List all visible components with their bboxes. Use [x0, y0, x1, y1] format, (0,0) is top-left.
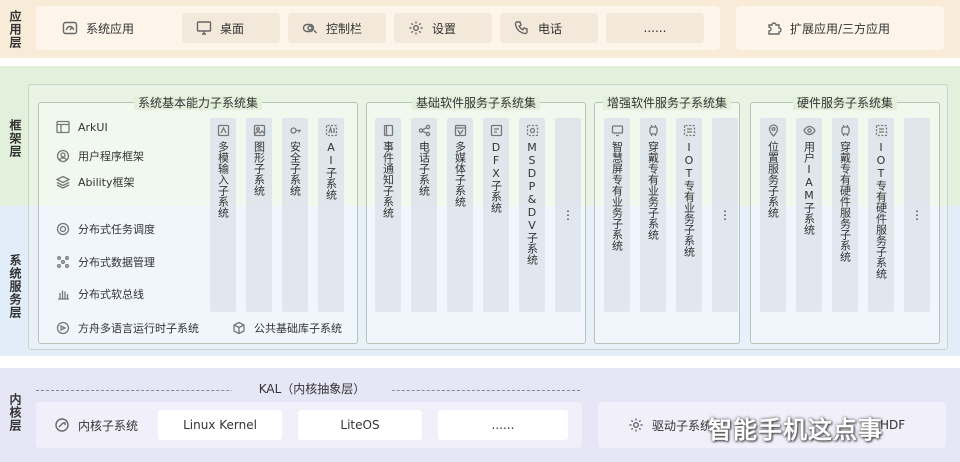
feature-distributed-data[interactable]: 分布式数据管理 [56, 254, 155, 270]
app-item-label: 桌面 [220, 21, 245, 36]
watch-icon [840, 125, 850, 136]
subsystem-security[interactable]: 安全子系统 [282, 118, 308, 312]
layer-label-app: 应用层 [8, 9, 22, 49]
subsystem-msdp-dv[interactable]: MSDP&DV子系统 [519, 118, 545, 312]
group-title: 硬件服务子系统集 [751, 94, 939, 111]
subsystem-wearable-hardware[interactable]: 穿戴专有硬件服务子系统 [832, 118, 858, 312]
runtime-icon [56, 321, 70, 335]
layer-label-kernel: 内核层 [8, 392, 22, 432]
dashboard-icon [62, 20, 78, 36]
eye-icon [802, 125, 816, 136]
subsystem-graphics[interactable]: 图形子系统 [246, 118, 272, 312]
gear-icon [628, 417, 644, 433]
iot-icon [683, 124, 695, 137]
book-icon [383, 124, 393, 137]
subsystem-telephony[interactable]: 电话子系统 [411, 118, 437, 312]
subsystem-more: ⋮ [555, 118, 581, 312]
app-item-label: 设置 [432, 21, 457, 36]
feature-ark-runtime[interactable]: 方舟多语言运行时子系统 [56, 320, 199, 336]
feature-soft-bus[interactable]: 分布式软总线 [56, 286, 144, 302]
subsystem-more: ⋮ [904, 118, 930, 312]
subsystem-iot[interactable]: IOT专有业务子系统 [676, 118, 702, 312]
dfx-icon [490, 124, 502, 137]
app-item-label: 电话 [538, 21, 563, 36]
input-icon [217, 124, 229, 137]
watch-icon [648, 125, 658, 136]
watermark-text: 智能手机这点事 [708, 416, 883, 444]
app-item-control-bar[interactable]: 控制栏 [288, 13, 386, 43]
kernel-icon [54, 417, 70, 433]
kernel-subsystem[interactable]: 内核子系统 [40, 410, 152, 440]
subsystem-ai[interactable]: AI子系统 [318, 118, 344, 312]
share-icon [418, 124, 430, 137]
screen-icon [611, 125, 623, 137]
gear-icon [408, 20, 424, 36]
feature-common-base-library[interactable]: 公共基础库子系统 [232, 320, 342, 336]
app-item-more[interactable]: ...... [606, 13, 704, 43]
layer-label-framework: 框架层 [8, 118, 22, 158]
feature-distributed-scheduling[interactable]: 分布式任务调度 [56, 221, 155, 237]
app-item-label: 控制栏 [326, 21, 363, 36]
group-title: 系统基本能力子系统集 [39, 94, 357, 111]
key-icon [289, 127, 301, 134]
subsystem-multimedia[interactable]: 多媒体子系统 [447, 118, 473, 312]
subsystem-more: ⋮ [712, 118, 738, 312]
subsystem-location[interactable]: 位置服务子系统 [760, 118, 786, 312]
phone-icon [514, 20, 530, 36]
subsystem-user-iam[interactable]: 用户IAM子系统 [796, 118, 822, 312]
app-item-phone[interactable]: 电话 [500, 13, 598, 43]
group-title: 基础软件服务子系统集 [367, 94, 585, 111]
feature-user-program-framework[interactable]: 用户程序框架 [56, 148, 144, 164]
group-title: 增强软件服务子系统集 [595, 94, 739, 111]
toggle-icon [302, 20, 318, 36]
subsystem-dfx[interactable]: DFX子系统 [483, 118, 509, 312]
monitor-icon [196, 20, 212, 36]
app-item-label: 系统应用 [86, 21, 135, 36]
msdp-icon [526, 124, 538, 137]
schedule-icon [56, 222, 70, 236]
puzzle-icon [766, 20, 782, 36]
hand-icon [58, 290, 69, 300]
subsystem-iot-hardware[interactable]: IOT专有硬件服务子系统 [868, 118, 894, 312]
subsystem-event-notification[interactable]: 事件通知子系统 [375, 118, 401, 312]
layers-icon [56, 175, 70, 189]
app-item-label: 扩展应用/三方应用 [790, 21, 891, 36]
subsystem-multimodal-input[interactable]: 多模输入子系统 [210, 118, 236, 312]
feature-ability-framework[interactable]: Ability框架 [56, 174, 135, 190]
app-item-settings[interactable]: 设置 [394, 13, 492, 43]
app-item-label: ...... [643, 21, 667, 35]
driver-framework-label: HDF [880, 418, 906, 432]
kernel-item-linux[interactable]: Linux Kernel [158, 410, 282, 440]
cube-icon [233, 321, 245, 335]
image-icon [253, 124, 265, 137]
data-dots-icon [57, 256, 69, 268]
iot-icon [875, 124, 887, 137]
media-icon [454, 124, 466, 137]
app-item-desktop[interactable]: 桌面 [182, 13, 280, 43]
subsystem-wearable[interactable]: 穿戴专有业务子系统 [640, 118, 666, 312]
kal-label: KAL（内核抽象层） [232, 380, 392, 397]
layout-icon [56, 120, 70, 134]
subsystem-smart-screen[interactable]: 智慧屏专有业务子系统 [604, 118, 630, 312]
ai-icon [325, 124, 337, 137]
kernel-item-more[interactable]: ...... [438, 410, 568, 440]
location-icon [768, 124, 778, 137]
kernel-item-liteos[interactable]: LiteOS [298, 410, 422, 440]
gear-user-icon [56, 149, 70, 163]
app-item-system-app[interactable]: 系统应用 [48, 13, 170, 43]
layer-label-system-service: 系统服务层 [8, 253, 22, 319]
app-item-extension[interactable]: 扩展应用/三方应用 [752, 13, 930, 43]
feature-arkui[interactable]: ArkUI [56, 120, 108, 134]
